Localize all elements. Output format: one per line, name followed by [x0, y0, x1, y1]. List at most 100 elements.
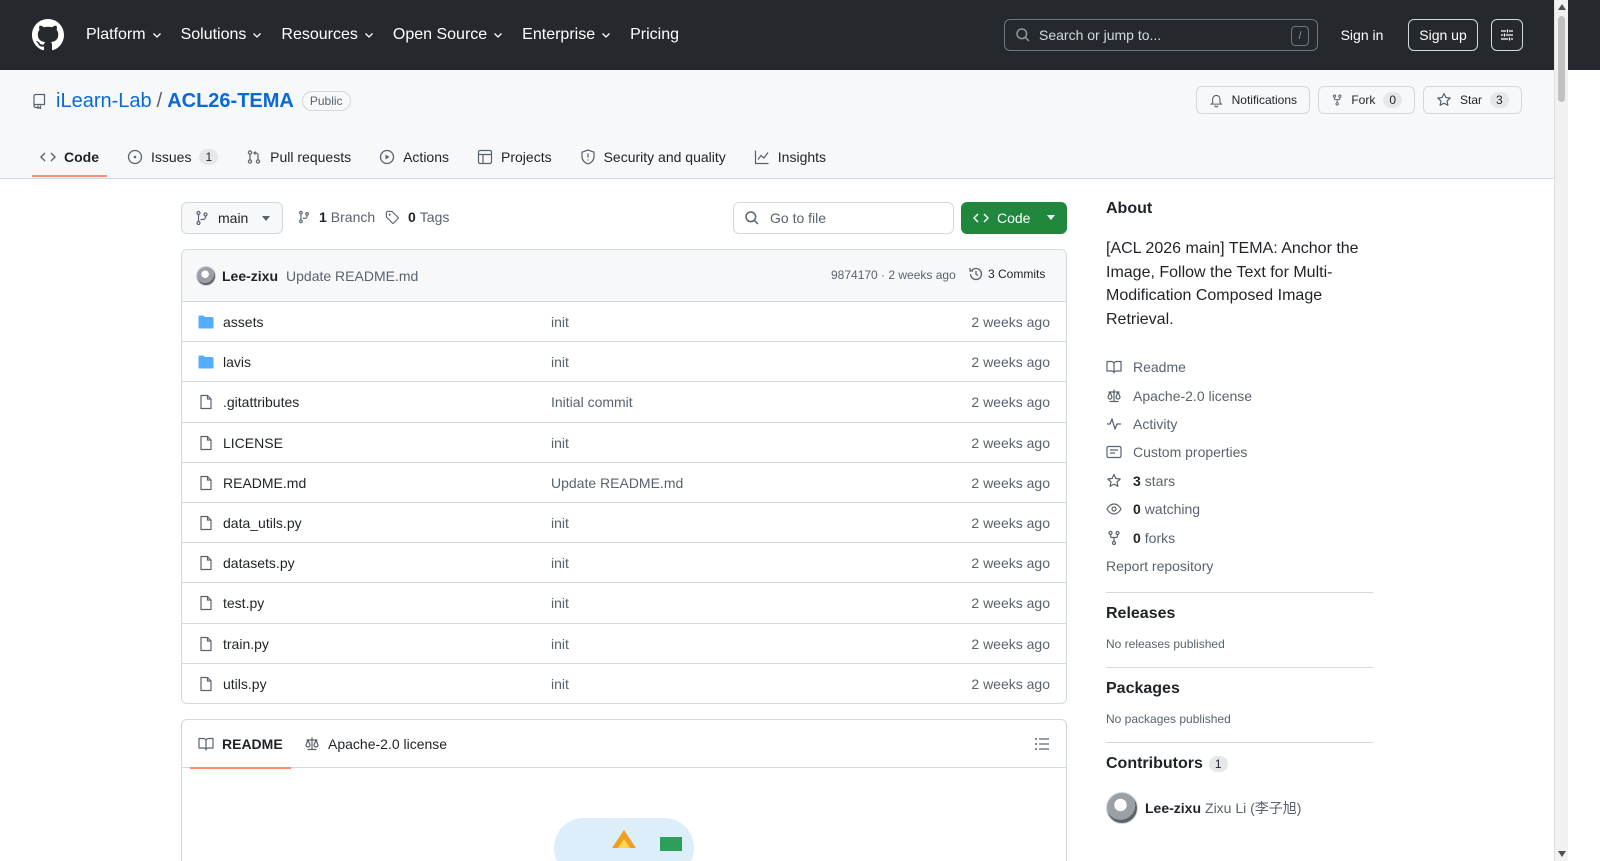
branch-selector[interactable]: main	[181, 202, 283, 234]
branch-icon	[299, 210, 309, 224]
tab-security[interactable]: Security and quality	[572, 138, 734, 176]
commit-author-link[interactable]: Lee-zixu	[222, 268, 278, 284]
contributors-heading[interactable]: Contributors 1	[1106, 755, 1373, 773]
file-row[interactable]: LICENSE init 2 weeks ago	[182, 423, 1066, 463]
license-link-label: Apache-2.0 license	[1133, 387, 1253, 404]
file-name-link[interactable]: assets	[223, 314, 263, 330]
nav-solutions[interactable]: Solutions	[181, 26, 264, 44]
divider	[1106, 741, 1373, 743]
tab-projects[interactable]: Projects	[469, 138, 560, 176]
file-icon	[200, 636, 212, 651]
table-of-contents-icon[interactable]	[1034, 736, 1050, 752]
file-commit-message[interactable]: Initial commit	[551, 394, 633, 410]
packages-heading[interactable]: Packages	[1106, 680, 1373, 698]
readme-link[interactable]: Readme	[1106, 353, 1373, 381]
file-row[interactable]: assets init 2 weeks ago	[182, 302, 1066, 343]
commit-hash-time[interactable]: 9874170 · 2 weeks ago	[831, 268, 956, 282]
file-icon	[200, 676, 212, 691]
license-link[interactable]: Apache-2.0 license	[1106, 381, 1373, 409]
fork-button[interactable]: Fork 0	[1318, 86, 1415, 114]
file-commit-message[interactable]: init	[551, 435, 569, 451]
stars-count: 3	[1133, 472, 1141, 489]
nav-open-source[interactable]: Open Source	[393, 26, 504, 44]
commit-message-link[interactable]: Update README.md	[286, 268, 418, 284]
stars-link[interactable]: 3 stars	[1106, 467, 1373, 495]
file-name-link[interactable]: LICENSE	[223, 435, 283, 451]
file-commit-message[interactable]: init	[551, 314, 569, 330]
pulse-icon	[1107, 418, 1121, 430]
go-to-file-input[interactable]: Go to file	[733, 202, 954, 234]
tab-license[interactable]: Apache-2.0 license	[304, 720, 447, 768]
star-button[interactable]: Star 3	[1423, 86, 1522, 114]
file-name-link[interactable]: data_utils.py	[223, 515, 302, 531]
file-commit-message[interactable]: init	[551, 515, 569, 531]
scroll-up-arrow-icon[interactable]	[1558, 4, 1566, 10]
avatar[interactable]	[1106, 791, 1138, 824]
avatar[interactable]	[196, 265, 216, 286]
forks-count: 0	[1133, 529, 1141, 546]
forks-link[interactable]: 0 forks	[1106, 523, 1373, 551]
file-icon	[200, 596, 212, 611]
file-name-link[interactable]: .gitattributes	[223, 394, 299, 410]
github-logo-icon[interactable]	[32, 19, 64, 51]
file-name-link[interactable]: lavis	[223, 354, 251, 370]
scroll-down-arrow-icon[interactable]	[1558, 851, 1566, 857]
file-commit-message[interactable]: init	[551, 595, 569, 611]
nav-pricing[interactable]: Pricing	[630, 26, 679, 44]
packages-note: No packages published	[1106, 711, 1231, 726]
file-name-link[interactable]: utils.py	[223, 676, 267, 692]
file-name-link[interactable]: test.py	[223, 595, 264, 611]
code-download-button[interactable]: Code	[961, 202, 1067, 234]
star-count: 3	[1490, 92, 1509, 108]
file-row[interactable]: datasets.py init 2 weeks ago	[182, 543, 1066, 584]
global-search-input[interactable]: Search or jump to... /	[1004, 19, 1318, 51]
file-row[interactable]: README.md Update README.md 2 weeks ago	[182, 463, 1066, 503]
nav-platform[interactable]: Platform	[86, 26, 163, 44]
releases-heading[interactable]: Releases	[1106, 605, 1373, 623]
file-row[interactable]: .gitattributes Initial commit 2 weeks ago	[182, 382, 1066, 423]
file-row[interactable]: test.py init 2 weeks ago	[182, 583, 1066, 624]
branches-link[interactable]: 1 Branch	[297, 209, 375, 225]
file-row[interactable]: utils.py init 2 weeks ago	[182, 664, 1066, 703]
tab-code[interactable]: Code	[32, 138, 107, 177]
tab-actions[interactable]: Actions	[371, 138, 457, 176]
page-scrollbar[interactable]	[1554, 0, 1568, 861]
report-repository-link[interactable]: Report repository	[1106, 552, 1373, 580]
notifications-button[interactable]: Notifications	[1196, 86, 1310, 114]
file-commit-message[interactable]: init	[551, 354, 569, 370]
activity-link[interactable]: Activity	[1106, 410, 1373, 438]
scrollbar-thumb[interactable]	[1558, 16, 1565, 102]
tab-issues[interactable]: Issues 1	[119, 138, 226, 176]
repo-name-link[interactable]: ACL26-TEMA	[167, 90, 294, 113]
nav-resources[interactable]: Resources	[281, 26, 374, 44]
graph-icon	[754, 150, 769, 165]
tab-label: Code	[64, 149, 99, 165]
tab-readme[interactable]: README	[190, 720, 291, 769]
file-row[interactable]: data_utils.py init 2 weeks ago	[182, 503, 1066, 544]
divider	[1106, 666, 1373, 668]
settings-menu-button[interactable]	[1491, 19, 1523, 51]
watchers-link[interactable]: 0 watching	[1106, 495, 1373, 523]
tab-insights[interactable]: Insights	[746, 138, 834, 176]
sign-up-button[interactable]: Sign up	[1408, 19, 1478, 51]
file-row[interactable]: train.py init 2 weeks ago	[182, 624, 1066, 664]
file-row[interactable]: lavis init 2 weeks ago	[182, 342, 1066, 383]
tab-pull-requests[interactable]: Pull requests	[238, 138, 359, 176]
file-commit-message[interactable]: Update README.md	[551, 475, 683, 491]
contributor-login[interactable]: Lee-zixu	[1145, 800, 1201, 816]
file-name-link[interactable]: README.md	[223, 475, 306, 491]
file-name-link[interactable]: datasets.py	[223, 555, 295, 571]
file-commit-message[interactable]: init	[551, 676, 569, 692]
go-to-file-placeholder: Go to file	[770, 210, 827, 226]
repo-owner-link[interactable]: iLearn-Lab	[56, 90, 152, 113]
file-name-link[interactable]: train.py	[223, 636, 269, 652]
nav-enterprise[interactable]: Enterprise	[522, 26, 612, 44]
file-commit-message[interactable]: init	[551, 636, 569, 652]
custom-properties-link[interactable]: Custom properties	[1106, 438, 1373, 466]
contributor-item[interactable]: Lee-zixu Zixu Li (李子旭)	[1106, 791, 1373, 824]
file-commit-message[interactable]: init	[551, 555, 569, 571]
nav-label: Pricing	[630, 26, 679, 43]
tags-link[interactable]: 0 Tags	[385, 209, 449, 225]
commits-history-link[interactable]: 3 Commits	[968, 266, 1045, 282]
sign-in-link[interactable]: Sign in	[1326, 19, 1398, 51]
